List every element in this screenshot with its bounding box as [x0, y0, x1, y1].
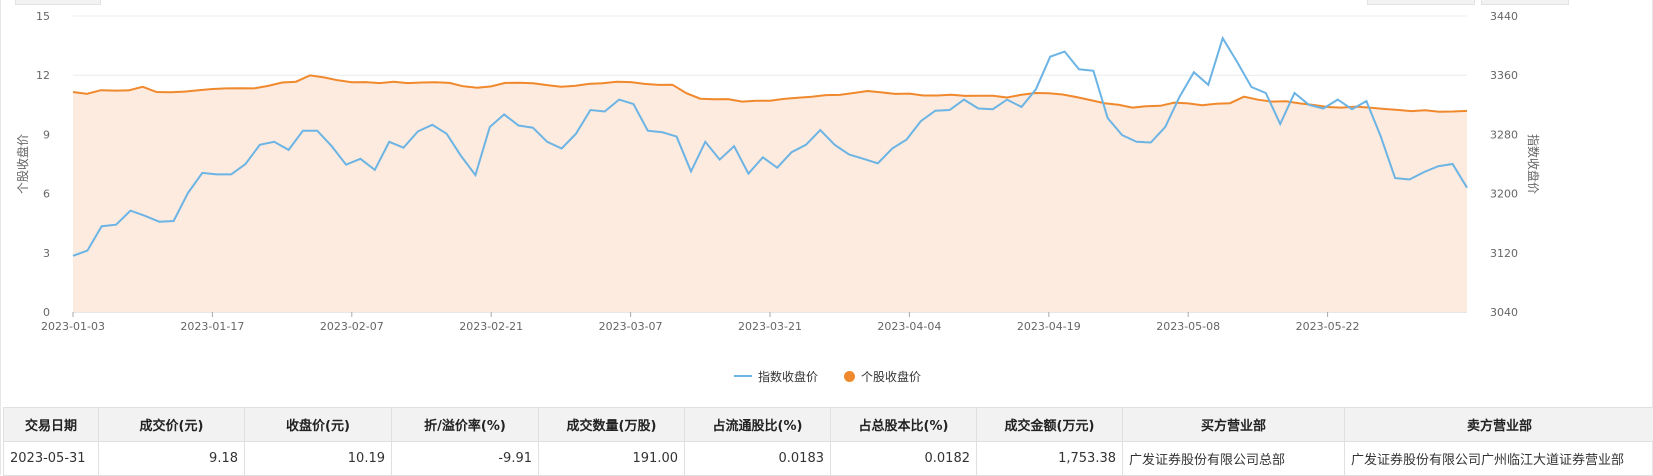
y-right-tick-label: 3040	[1490, 306, 1518, 319]
y-left-tick-label: 12	[36, 69, 50, 82]
legend-stock-label: 个股收盘价	[861, 368, 921, 385]
y-left-tick-label: 3	[43, 247, 50, 260]
x-tick-label: 2023-04-04	[877, 320, 941, 333]
col-header-premium[interactable]: 折/溢价率(%)	[392, 408, 539, 442]
cell-price: 9.18	[99, 442, 245, 476]
y-right-tick-label: 3120	[1490, 247, 1518, 260]
y-left-tick-label: 6	[43, 188, 50, 201]
col-header-price[interactable]: 成交价(元)	[99, 408, 245, 442]
y-right-tick-label: 3440	[1490, 10, 1518, 23]
cell-total-ratio: 0.0182	[831, 442, 977, 476]
y-right-tick-label: 3200	[1490, 188, 1518, 201]
legend-item-index[interactable]: 指数收盘价	[734, 368, 818, 385]
legend-line-swatch	[734, 375, 752, 377]
x-tick-label: 2023-02-07	[320, 320, 384, 333]
chart-panel: 0 3 6 9 12 15 3040 3120 3200 3280 3360 3440 2023-01-…	[0, 0, 1653, 475]
cell-premium: -9.91	[392, 442, 539, 476]
col-header-buyer[interactable]: 买方营业部	[1123, 408, 1345, 442]
cell-buyer: 广发证券股份有限公司总部	[1123, 442, 1345, 476]
x-tick-label: 2023-01-17	[180, 320, 244, 333]
x-tick-label: 2023-03-21	[738, 320, 802, 333]
chart-legend: 指数收盘价 个股收盘价	[1, 366, 1653, 386]
col-header-close[interactable]: 收盘价(元)	[245, 408, 392, 442]
x-tick-label: 2023-04-19	[1017, 320, 1081, 333]
block-trade-table: 交易日期 成交价(元) 收盘价(元) 折/溢价率(%) 成交数量(万股) 占流通…	[3, 407, 1653, 476]
x-tick-label: 2023-05-08	[1156, 320, 1220, 333]
y-left-tick-label: 0	[43, 306, 50, 319]
table-row[interactable]: 2023-05-31 9.18 10.19 -9.91 191.00 0.018…	[4, 442, 1653, 476]
x-tick-label: 2023-05-22	[1296, 320, 1360, 333]
y-left-tick-label: 9	[43, 128, 50, 141]
col-header-float-ratio[interactable]: 占流通股比(%)	[685, 408, 831, 442]
cell-volume: 191.00	[539, 442, 685, 476]
col-header-amount[interactable]: 成交金额(万元)	[977, 408, 1123, 442]
line-chart: 0 3 6 9 12 15 3040 3120 3200 3280 3360 3440 2023-01-…	[1, 0, 1653, 360]
stock-area-fill	[73, 75, 1467, 312]
y-right-tick-label: 3360	[1490, 69, 1518, 82]
y-left-axis-title: 个股收盘价	[15, 134, 30, 194]
x-tick-label: 2023-01-03	[41, 320, 105, 333]
y-right-tick-label: 3280	[1490, 128, 1518, 141]
table-header-row: 交易日期 成交价(元) 收盘价(元) 折/溢价率(%) 成交数量(万股) 占流通…	[4, 408, 1653, 442]
x-tick-label: 2023-02-21	[459, 320, 523, 333]
col-header-seller[interactable]: 卖方营业部	[1345, 408, 1653, 442]
cell-amount: 1,753.38	[977, 442, 1123, 476]
cell-seller: 广发证券股份有限公司广州临江大道证券营业部	[1345, 442, 1653, 476]
cell-close: 10.19	[245, 442, 392, 476]
x-tick-label: 2023-03-07	[599, 320, 663, 333]
cell-float-ratio: 0.0183	[685, 442, 831, 476]
col-header-date[interactable]: 交易日期	[4, 408, 99, 442]
y-left-tick-label: 15	[36, 10, 50, 23]
legend-dot-swatch	[844, 371, 855, 382]
col-header-volume[interactable]: 成交数量(万股)	[539, 408, 685, 442]
col-header-total-ratio[interactable]: 占总股本比(%)	[831, 408, 977, 442]
legend-index-label: 指数收盘价	[758, 368, 818, 385]
y-right-axis-title: 指数收盘价	[1526, 134, 1541, 194]
cell-date: 2023-05-31	[4, 442, 99, 476]
legend-item-stock[interactable]: 个股收盘价	[844, 368, 921, 385]
